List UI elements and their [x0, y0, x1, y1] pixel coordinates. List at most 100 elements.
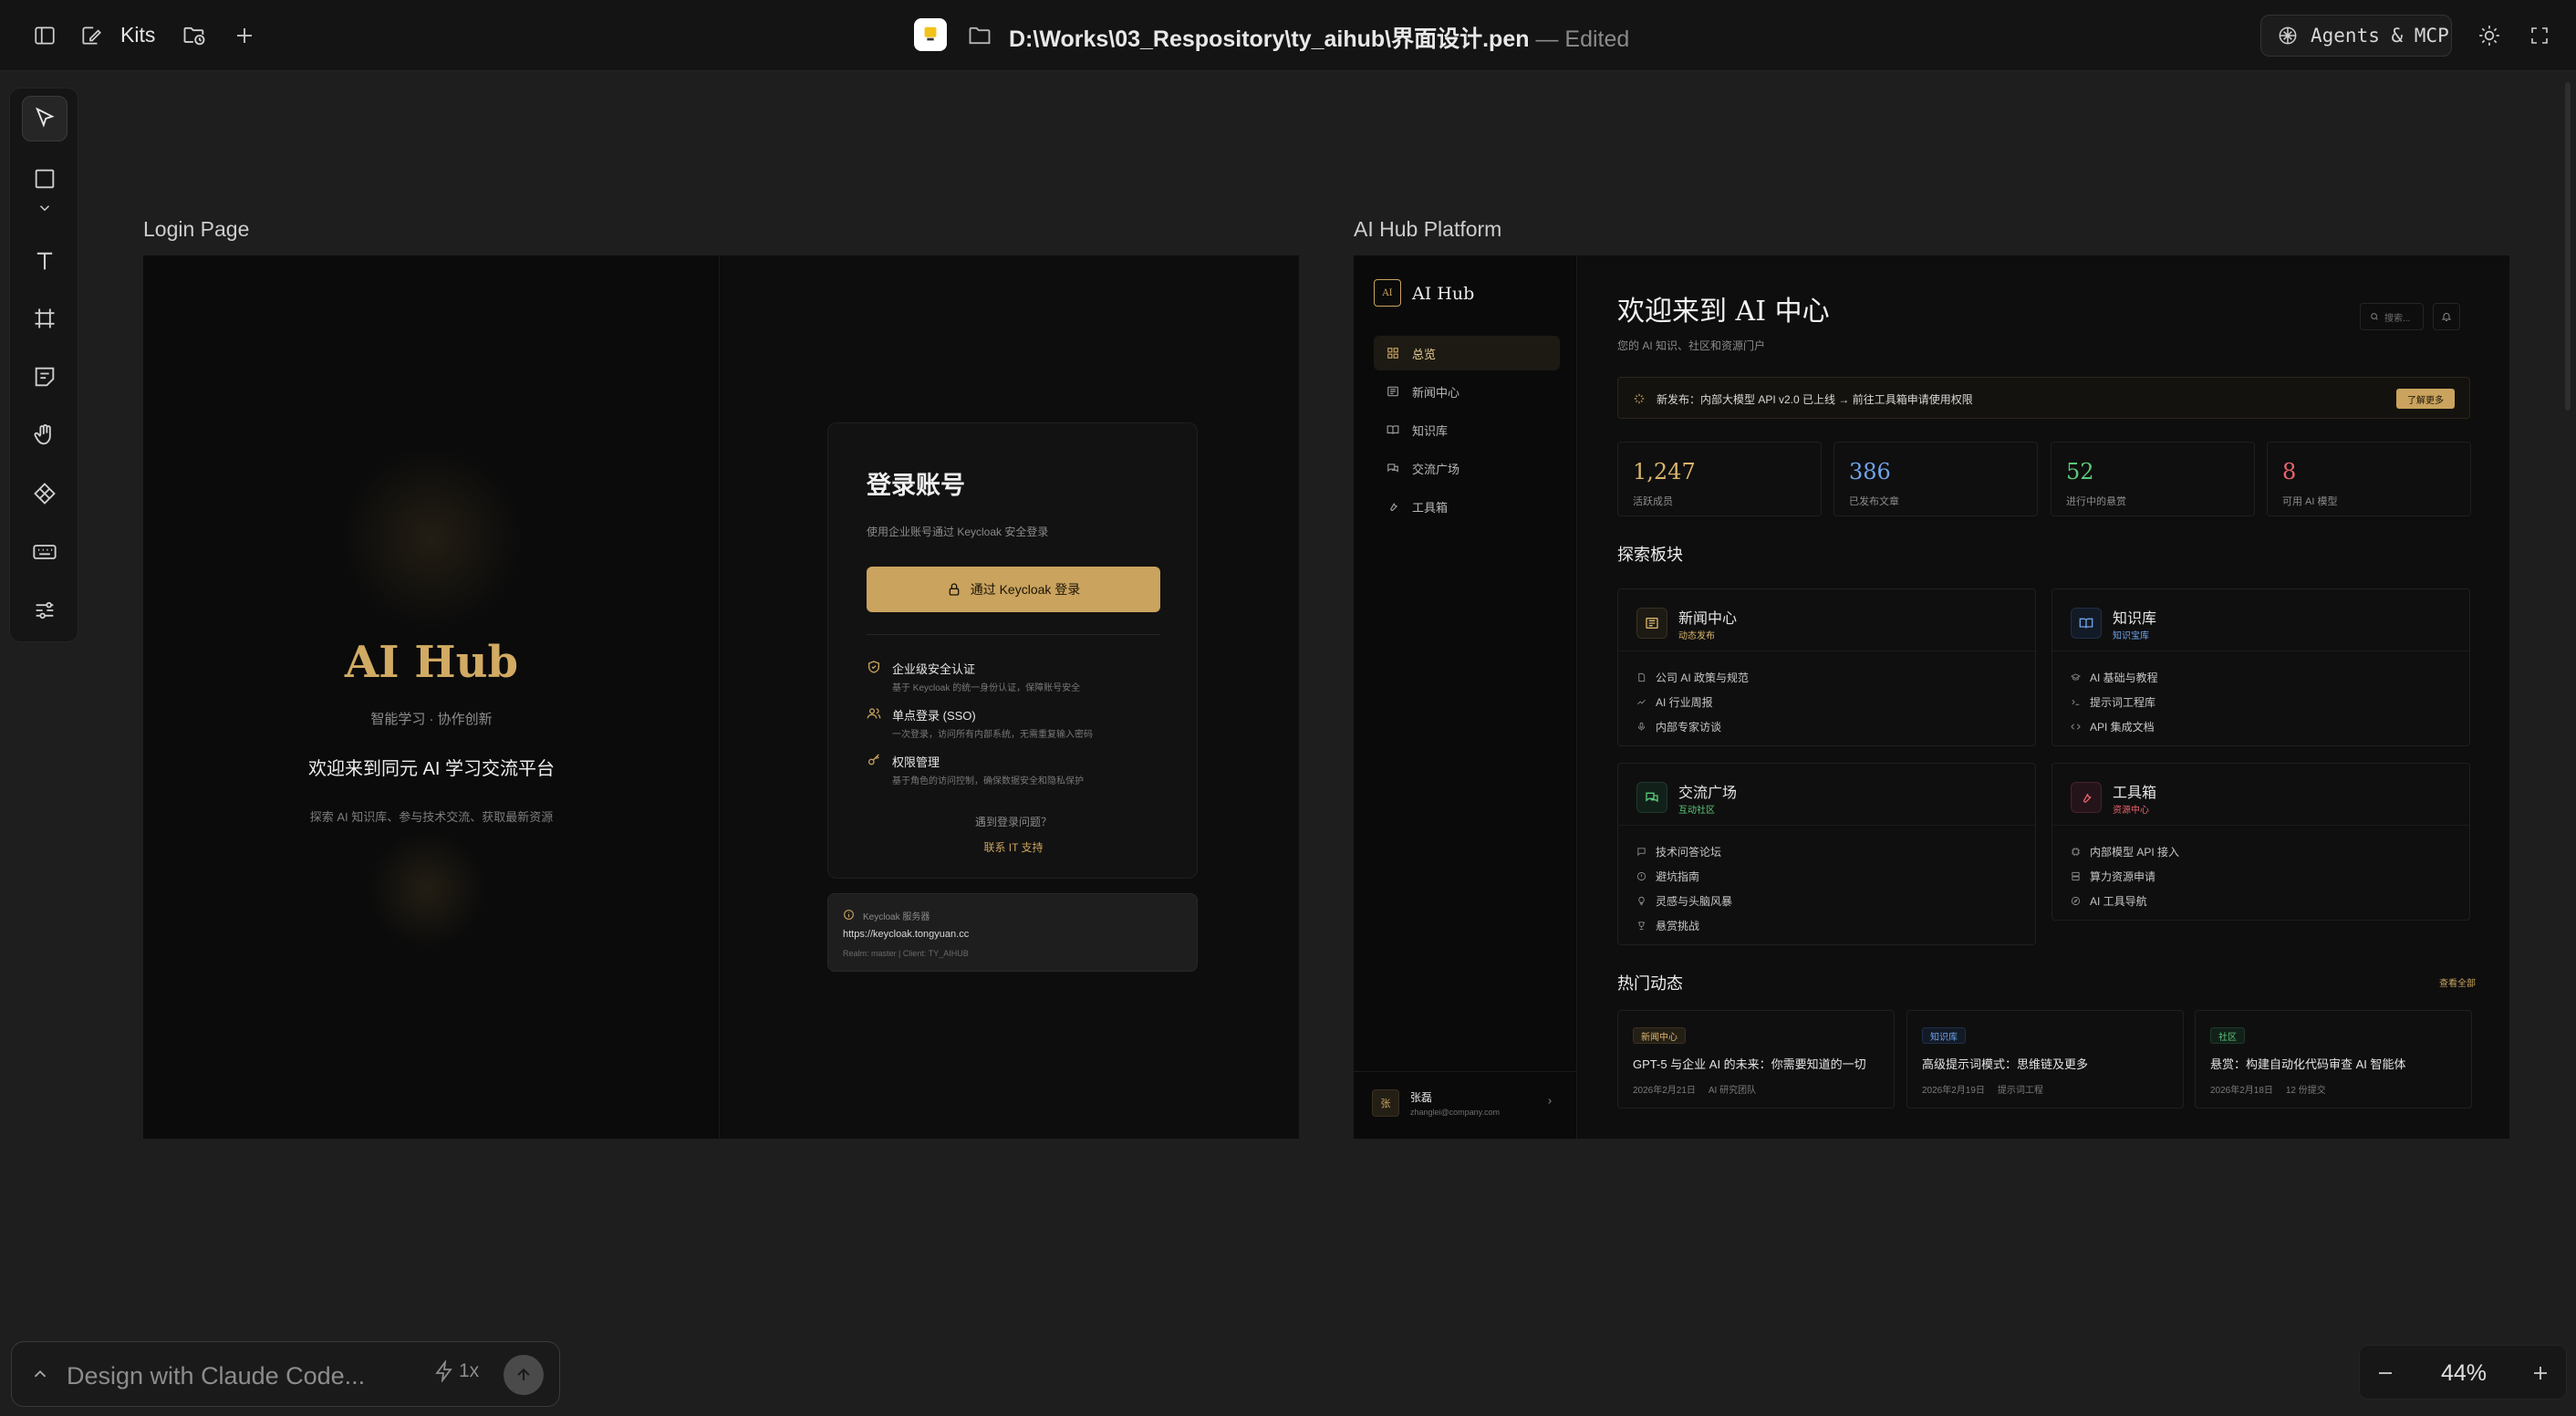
shield-icon: [867, 660, 881, 674]
lock-icon: [947, 582, 961, 597]
section-subtitle: 资源中心: [2113, 806, 2149, 816]
section-card-toolbox[interactable]: 工具箱 资源中心 内部模型 API 接入 算力资源申请 AI 工具导航: [2051, 763, 2470, 921]
prompt-input[interactable]: Design with Claude Code...: [67, 1362, 365, 1390]
sliders-icon[interactable]: [22, 588, 68, 633]
hub-artboard[interactable]: AI AI Hub 总览 新闻中心 知识库 交流广场 工具箱 张 张磊 zhan…: [1354, 255, 2509, 1139]
section-card-knowledge[interactable]: 知识库 知识宝库 AI 基础与教程 提示词工程库 API 集成文档: [2051, 588, 2470, 746]
news-card[interactable]: 新闻中心 GPT-5 与企业 AI 的未来：你需要知道的一切 2026年2月21…: [1617, 1010, 1895, 1109]
artboard-title-hub[interactable]: AI Hub Platform: [1354, 217, 1501, 242]
view-all-link[interactable]: 查看全部: [2439, 975, 2476, 989]
zoom-out-icon[interactable]: [2374, 1362, 2396, 1384]
list-item[interactable]: 技术问答论坛: [1636, 844, 1721, 859]
stat-card: 52 进行中的悬赏: [2051, 442, 2255, 516]
list-item[interactable]: 悬赏挑战: [1636, 918, 1699, 933]
list-item[interactable]: AI 基础与教程: [2071, 670, 2158, 685]
chat-icon: [1387, 462, 1399, 474]
user-email: zhanglei@company.com: [1410, 1108, 1501, 1117]
section-title: 交流广场: [1678, 786, 1738, 801]
section-subtitle: 动态发布: [1678, 631, 1715, 641]
chevron-up-icon[interactable]: [30, 1364, 50, 1384]
component-icon[interactable]: [22, 471, 68, 516]
compass-icon: [2071, 896, 2081, 906]
sun-icon[interactable]: [2471, 17, 2508, 54]
section-subtitle: 互动社区: [1678, 806, 1715, 816]
kits-label[interactable]: Kits: [120, 23, 155, 47]
hub-sidebar: AI AI Hub 总览 新闻中心 知识库 交流广场 工具箱 张 张磊 zhan…: [1354, 255, 1577, 1139]
list-item[interactable]: 提示词工程库: [2071, 694, 2155, 710]
claude-prompt-box[interactable]: Design with Claude Code... 1x: [11, 1341, 560, 1407]
keycloak-login-button[interactable]: 通过 Keycloak 登录: [867, 567, 1160, 612]
terminal-icon: [2071, 697, 2081, 707]
search-input[interactable]: 搜索...: [2360, 303, 2424, 330]
stat-value: 52: [2066, 459, 2094, 484]
explore-title: 探索板块: [1617, 546, 1683, 564]
chevron-right-icon: [1545, 1097, 1554, 1106]
hand-icon[interactable]: [22, 412, 68, 458]
artboard-title-login[interactable]: Login Page: [143, 217, 249, 242]
divider: [1354, 1071, 1577, 1072]
nav-item-knowledge[interactable]: 知识库: [1374, 412, 1560, 447]
plus-icon[interactable]: [226, 17, 263, 54]
sidebar-toggle-icon[interactable]: [26, 17, 63, 54]
nav-item-overview[interactable]: 总览: [1374, 336, 1560, 370]
news-meta: 2026年2月19日 提示词工程: [1922, 1086, 2043, 1096]
list-item[interactable]: AI 工具导航: [2071, 893, 2147, 909]
server-url: https://keycloak.tongyuan.cc: [843, 929, 970, 940]
agents-mcp-button[interactable]: Agents & MCP: [2260, 15, 2452, 57]
list-item[interactable]: 算力资源申请: [2071, 869, 2155, 884]
search-icon: [2370, 312, 2379, 321]
folder-icon[interactable]: [961, 17, 998, 54]
section-subtitle: 知识宝库: [2113, 631, 2149, 641]
bell-icon[interactable]: [2433, 303, 2460, 330]
list-item[interactable]: 内部专家访谈: [1636, 719, 1721, 734]
folder-clock-icon[interactable]: [176, 17, 213, 54]
text-icon[interactable]: [22, 238, 68, 284]
frame-icon[interactable]: [22, 296, 68, 341]
list-item[interactable]: AI 行业周报: [1636, 694, 1713, 710]
sparkle-icon: [1633, 392, 1646, 405]
nav-item-news[interactable]: 新闻中心: [1374, 374, 1560, 409]
zoom-in-icon[interactable]: [2529, 1362, 2551, 1384]
fullscreen-icon[interactable]: [2521, 17, 2558, 54]
stat-value: 8: [2282, 459, 2297, 484]
speed-toggle[interactable]: 1x: [433, 1360, 479, 1382]
nav-item-toolbox[interactable]: 工具箱: [1374, 489, 1560, 524]
chevron-down-icon[interactable]: [22, 194, 68, 222]
zoom-level[interactable]: 44%: [2429, 1360, 2498, 1387]
login-card-desc: 使用企业账号通过 Keycloak 安全登录: [867, 526, 1049, 538]
code-icon: [2071, 722, 2081, 732]
category-badge: 新闻中心: [1633, 1027, 1686, 1044]
sticky-note-icon[interactable]: [22, 354, 68, 400]
section-card-news[interactable]: 新闻中心 动态发布 公司 AI 政策与规范 AI 行业周报 内部专家访谈: [1617, 588, 2036, 746]
send-button[interactable]: [504, 1355, 544, 1395]
canvas-scrollbar[interactable]: [2565, 82, 2571, 411]
user-profile[interactable]: 张 张磊 zhanglei@company.com: [1372, 1086, 1559, 1126]
login-artboard[interactable]: AI Hub 智能学习 · 协作创新 欢迎来到同元 AI 学习交流平台 探索 A…: [143, 255, 1299, 1139]
list-item[interactable]: 内部模型 API 接入: [2071, 844, 2179, 859]
pointer-icon[interactable]: [22, 96, 68, 141]
list-item[interactable]: 公司 AI 政策与规范: [1636, 670, 1749, 685]
learn-more-button[interactable]: 了解更多: [2396, 389, 2455, 409]
section-card-community[interactable]: 交流广场 互动社区 技术问答论坛 避坑指南 灵感与头脑风暴 悬赏挑战: [1617, 763, 2036, 945]
feature-desc: 基于角色的访问控制，确保数据安全和隐私保护: [892, 776, 1084, 786]
help-text: 遇到登录问题？: [974, 816, 1052, 828]
list-item[interactable]: 避坑指南: [1636, 869, 1699, 884]
file-status: — Edited: [1535, 26, 1630, 52]
nav-item-community[interactable]: 交流广场: [1374, 451, 1560, 485]
lightbulb-icon: [1636, 896, 1646, 906]
brush-icon[interactable]: [73, 17, 109, 54]
stat-value: 386: [1849, 459, 1891, 484]
login-welcome: 欢迎来到同元 AI 学习交流平台: [307, 759, 555, 779]
avatar: 张: [1372, 1089, 1399, 1117]
file-path: D:\Works\03_Respository\ty_aihub\界面设计.pe…: [1009, 26, 1630, 52]
it-support-link[interactable]: 联系 IT 支持: [828, 839, 1199, 855]
feature-desc: 一次登录，访问所有内部系统，无需重复输入密码: [892, 730, 1093, 740]
list-item[interactable]: API 集成文档: [2071, 719, 2155, 734]
newspaper-icon: [1387, 385, 1399, 398]
hub-brand: AI Hub: [1412, 284, 1475, 304]
arrow-up-icon: [514, 1366, 533, 1384]
list-item[interactable]: 灵感与头脑风暴: [1636, 893, 1732, 909]
news-card[interactable]: 社区 悬赏：构建自动化代码审查 AI 智能体 2026年2月18日 12 份提交: [2195, 1010, 2472, 1109]
news-card[interactable]: 知识库 高级提示词模式：思维链及更多 2026年2月19日 提示词工程: [1906, 1010, 2184, 1109]
keyboard-icon[interactable]: [22, 529, 68, 575]
